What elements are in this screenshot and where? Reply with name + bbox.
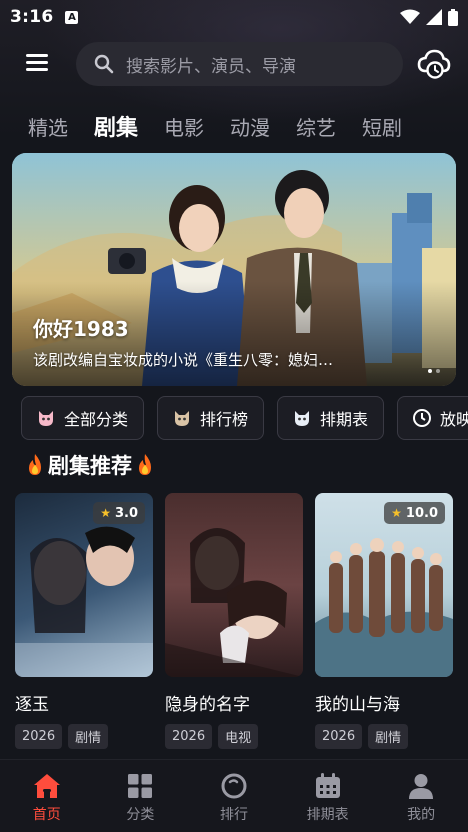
nav-home[interactable]: 首页	[0, 760, 94, 832]
genre-tag: 剧情	[68, 724, 109, 749]
series-card[interactable]: ★ 3.0 逐玉 2026 剧情	[15, 493, 153, 749]
section-header: 剧集推荐	[22, 450, 158, 480]
chip-label: 排期表	[320, 410, 369, 429]
nav-label: 首页	[32, 807, 61, 823]
tab-short-drama[interactable]: 短剧	[362, 112, 402, 141]
status-time: 3:16	[10, 7, 54, 27]
series-recommendations: ★ 3.0 逐玉 2026 剧情 隐身的名字 2026 电视 ★ 10.0 我的…	[15, 493, 453, 749]
series-card[interactable]: 隐身的名字 2026 电视	[165, 493, 303, 749]
rating-badge: ★ 10.0	[384, 502, 445, 524]
search-placeholder: 搜索影片、演员、导演	[126, 56, 296, 77]
year-tag: 2026	[315, 724, 363, 749]
cat-face-icon	[36, 408, 56, 428]
chip-label: 全部分类	[64, 410, 129, 429]
star-icon: ★	[391, 506, 402, 520]
genre-tag: 剧情	[368, 724, 409, 749]
fire-icon	[134, 453, 156, 477]
status-icons	[400, 8, 458, 26]
schedule-button[interactable]: 排期表	[277, 396, 385, 440]
tab-featured[interactable]: 精选	[28, 112, 68, 141]
user-icon	[407, 772, 435, 800]
card-tags: 2026 电视	[165, 724, 303, 749]
tab-movies[interactable]: 电影	[164, 112, 204, 141]
rating-value: 10.0	[405, 505, 438, 521]
cat-face-icon	[292, 408, 312, 428]
poster-image: ★ 3.0	[15, 493, 153, 677]
banner-title: 你好1983	[33, 317, 129, 341]
category-tabs: 精选 剧集 电影 动漫 综艺 短剧	[28, 110, 428, 142]
card-title: 逐玉	[15, 695, 49, 715]
card-title: 我的山与海	[315, 695, 400, 715]
year-tag: 2026	[165, 724, 213, 749]
bottom-navigation: 首页 分类 排行 排期表 我的	[0, 759, 468, 832]
section-title: 剧集推荐	[48, 454, 132, 478]
banner-description: 该剧改编自宝妆成的小说《重生八零：媳妇…	[33, 351, 334, 369]
year-tag: 2026	[15, 724, 63, 749]
nav-categories[interactable]: 分类	[94, 760, 188, 832]
poster-image: ★ 10.0	[315, 493, 453, 677]
rating-badge: ★ 3.0	[93, 502, 145, 524]
card-title: 隐身的名字	[165, 695, 250, 715]
ranking-icon	[220, 772, 248, 800]
banner-dot-active	[428, 369, 432, 373]
wifi-icon	[400, 9, 420, 24]
cloud-history-button[interactable]	[417, 48, 451, 80]
ranking-button[interactable]: 排行榜	[157, 396, 265, 440]
poster-image	[165, 493, 303, 677]
cat-face-icon	[172, 408, 192, 428]
clock-icon	[412, 408, 432, 428]
chip-label: 放映	[440, 410, 468, 429]
series-card[interactable]: ★ 10.0 我的山与海 2026 剧情	[315, 493, 453, 749]
banner-dot	[436, 369, 440, 373]
home-icon	[33, 772, 61, 800]
tab-anime[interactable]: 动漫	[230, 112, 270, 141]
status-bar: 3:16 A	[0, 0, 468, 34]
nav-label: 分类	[126, 807, 155, 823]
menu-button[interactable]	[26, 54, 50, 74]
nav-label: 排期表	[306, 807, 349, 823]
quick-links: 全部分类 排行榜 排期表 放映	[21, 396, 468, 442]
screening-button[interactable]: 放映	[397, 396, 468, 440]
search-input[interactable]: 搜索影片、演员、导演	[76, 42, 403, 86]
tab-variety[interactable]: 综艺	[296, 112, 336, 141]
notification-icon: A	[65, 10, 79, 24]
rating-value: 3.0	[114, 505, 138, 521]
nav-schedule[interactable]: 排期表	[281, 760, 375, 832]
nav-label: 排行	[219, 807, 248, 823]
all-categories-button[interactable]: 全部分类	[21, 396, 145, 440]
featured-banner[interactable]: 你好1983 该剧改编自宝妆成的小说《重生八零：媳妇…	[12, 153, 456, 386]
card-tags: 2026 剧情	[315, 724, 453, 749]
battery-icon	[448, 8, 458, 26]
card-tags: 2026 剧情	[15, 724, 153, 749]
banner-pagination	[428, 369, 440, 373]
cloud-clock-icon	[417, 49, 451, 79]
nav-label: 我的	[407, 807, 436, 823]
chip-label: 排行榜	[200, 410, 249, 429]
top-bar: 搜索影片、演员、导演	[0, 42, 468, 86]
tab-series[interactable]: 剧集	[94, 110, 138, 142]
signal-icon	[426, 9, 442, 25]
star-icon: ★	[100, 506, 111, 520]
calendar-icon	[314, 772, 342, 800]
grid-icon	[126, 772, 154, 800]
fire-icon	[24, 453, 46, 477]
search-icon	[94, 54, 114, 74]
nav-ranking[interactable]: 排行	[187, 760, 281, 832]
genre-tag: 电视	[218, 724, 259, 749]
nav-profile[interactable]: 我的	[374, 760, 468, 832]
